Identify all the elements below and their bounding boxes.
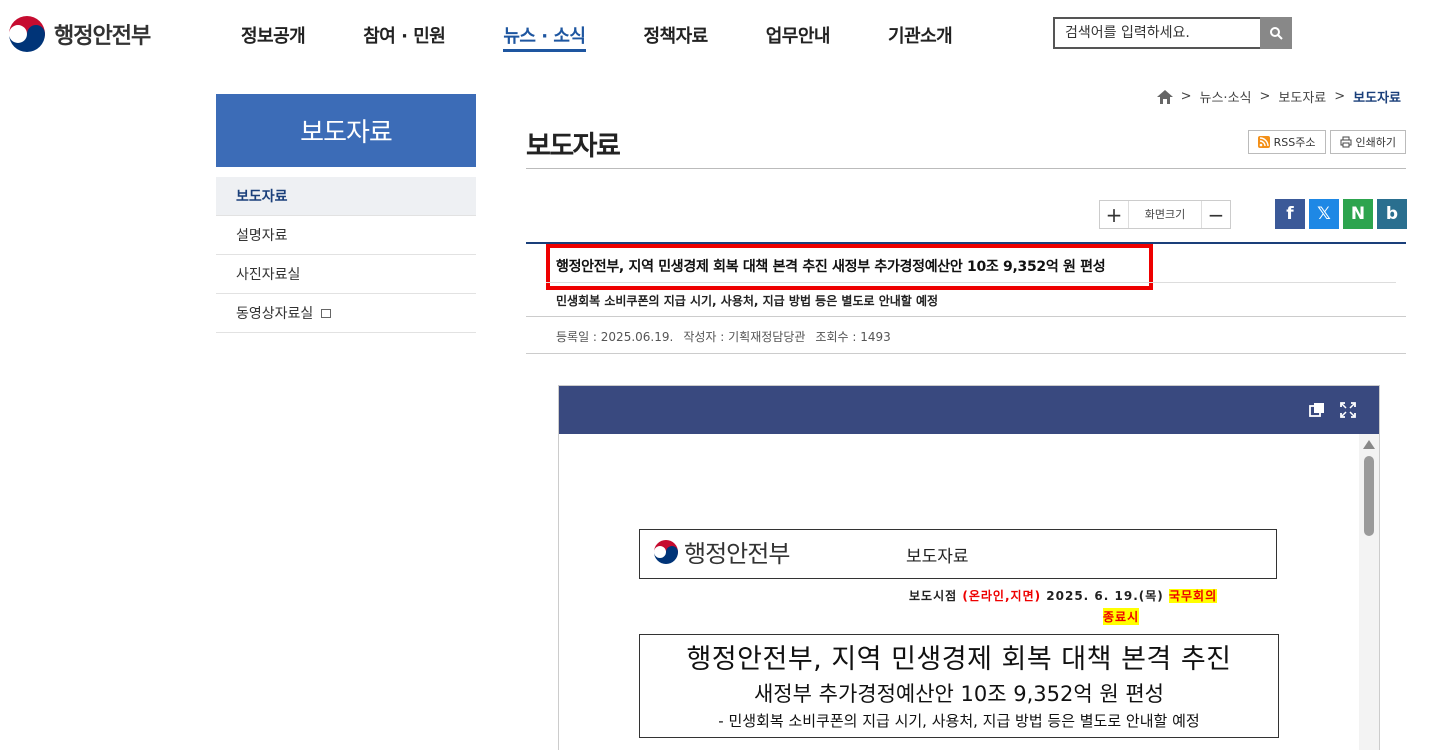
share-buttons: f 𝕏 N b xyxy=(1275,199,1407,229)
search-button[interactable] xyxy=(1260,17,1292,49)
search-icon xyxy=(1270,27,1283,40)
logo-text: 행정안전부 xyxy=(54,24,151,49)
copy-icon[interactable] xyxy=(1309,402,1325,418)
sidebar-item-label: 설명자료 xyxy=(236,228,288,244)
meta-views: 조회수 : 1493 xyxy=(815,330,891,344)
sidebar-item-label: 동영상자료실 xyxy=(236,306,314,322)
site-logo[interactable]: 행정안전부 xyxy=(6,13,151,55)
sidebar-menu: 보도자료 설명자료 사진자료실 동영상자료실 xyxy=(216,177,476,333)
rss-icon xyxy=(1257,136,1270,148)
breadcrumb: > 뉴스·소식 > 보도자료 > 보도자료 xyxy=(1156,87,1401,106)
meta-date: 등록일 : 2025.06.19. xyxy=(556,330,674,344)
nav-news[interactable]: 뉴스 · 소식 xyxy=(503,22,586,52)
article-title: 행정안전부, 지역 민생경제 회복 대책 본격 추진 새정부 추가경정예산안 1… xyxy=(556,259,1106,275)
page-title: 보도자료 xyxy=(526,131,621,162)
breadcrumb-current[interactable]: 보도자료 xyxy=(1353,87,1401,106)
doc-header-box: 행정안전부 보도자료 xyxy=(639,529,1277,579)
doc-logo-text: 행정안전부 xyxy=(684,540,790,568)
x-share-icon[interactable]: 𝕏 xyxy=(1309,199,1339,229)
facebook-share-icon[interactable]: f xyxy=(1275,199,1305,229)
nav-about[interactable]: 기관소개 xyxy=(859,22,981,52)
article-meta: 등록일 : 2025.06.19. 작성자 : 기획재정담당관 조회수 : 14… xyxy=(556,328,891,345)
breadcrumb-news[interactable]: 뉴스·소식 xyxy=(1200,87,1252,106)
taegeuk-logo-icon xyxy=(654,539,678,564)
naver-share-icon[interactable]: N xyxy=(1343,199,1373,229)
sidebar-item-explanation[interactable]: 설명자료 xyxy=(216,216,476,255)
rss-button[interactable]: RSS주소 xyxy=(1247,130,1326,154)
nav-policy[interactable]: 정책자료 xyxy=(615,22,737,52)
document-viewer: 행정안전부 보도자료 보도시점 (온라인,지면) 2025. 6. 19.(목)… xyxy=(558,385,1380,750)
doc-release-time: 보도시점 (온라인,지면) 2025. 6. 19.(목) 국무회의 xyxy=(909,589,1218,603)
util-buttons: RSS주소 인쇄하기 xyxy=(1247,130,1406,154)
doc-headline-2: 새정부 추가경정예산안 10조 9,352억 원 편성 xyxy=(753,682,1164,706)
subtitle-divider xyxy=(546,282,1396,283)
main-nav: 정보공개 참여 · 민원 뉴스 · 소식 정책자료 업무안내 기관소개 xyxy=(212,22,981,52)
nav-participation[interactable]: 참여 · 민원 xyxy=(334,22,474,52)
external-link-icon xyxy=(321,308,332,318)
breadcrumb-press[interactable]: 보도자료 xyxy=(1278,87,1326,106)
zoom-label: 화면크기 xyxy=(1128,201,1202,228)
sidebar-title: 보도자료 xyxy=(216,94,476,167)
home-icon[interactable] xyxy=(1156,89,1173,104)
doc-headline-1: 행정안전부, 지역 민생경제 회복 대책 본격 추진 xyxy=(686,644,1232,675)
nav-work-guide[interactable]: 업무안내 xyxy=(737,22,859,52)
zoom-out-button[interactable]: − xyxy=(1202,201,1230,228)
nav-info-disclosure[interactable]: 정보공개 xyxy=(212,22,334,52)
viewer-scrollbar[interactable] xyxy=(1359,434,1379,750)
search-input[interactable] xyxy=(1053,17,1260,49)
viewer-toolbar xyxy=(559,386,1379,434)
title-divider xyxy=(526,168,1406,169)
meta-divider-top xyxy=(526,316,1406,317)
zoom-in-button[interactable]: + xyxy=(1100,201,1128,228)
sidebar-item-photos[interactable]: 사진자료실 xyxy=(216,255,476,294)
meta-divider-bottom xyxy=(526,353,1406,354)
meta-author: 작성자 : 기획재정담당관 xyxy=(683,330,806,344)
scroll-up-arrow-icon[interactable] xyxy=(1363,440,1375,449)
sidebar-item-label: 보도자료 xyxy=(236,189,288,205)
search-box xyxy=(1053,17,1292,49)
taegeuk-logo-icon xyxy=(7,14,47,54)
print-button[interactable]: 인쇄하기 xyxy=(1329,130,1406,154)
doc-headline-3: - 민생회복 소비쿠폰의 지급 시기, 사용처, 지급 방법 등은 별도로 안내… xyxy=(718,712,1200,730)
doc-label: 보도자료 xyxy=(906,547,969,567)
fullscreen-icon[interactable] xyxy=(1340,402,1356,418)
band-share-icon[interactable]: b xyxy=(1377,199,1407,229)
doc-release-note: 종료시 xyxy=(1103,608,1140,625)
article-subtitle: 민생회복 소비쿠폰의 지급 시기, 사용처, 지급 방법 등은 별도로 안내할 … xyxy=(556,294,939,308)
doc-logo: 행정안전부 xyxy=(652,534,790,569)
zoom-control: + 화면크기 − xyxy=(1099,200,1231,229)
sidebar-item-press-release[interactable]: 보도자료 xyxy=(216,177,476,216)
sidebar-item-videos[interactable]: 동영상자료실 xyxy=(216,294,476,333)
scroll-thumb[interactable] xyxy=(1364,456,1374,536)
doc-headline-box: 행정안전부, 지역 민생경제 회복 대책 본격 추진 새정부 추가경정예산안 1… xyxy=(639,634,1279,738)
print-icon xyxy=(1340,136,1352,148)
sidebar-item-label: 사진자료실 xyxy=(236,267,301,283)
document-page: 행정안전부 보도자료 보도시점 (온라인,지면) 2025. 6. 19.(목)… xyxy=(559,434,1359,750)
